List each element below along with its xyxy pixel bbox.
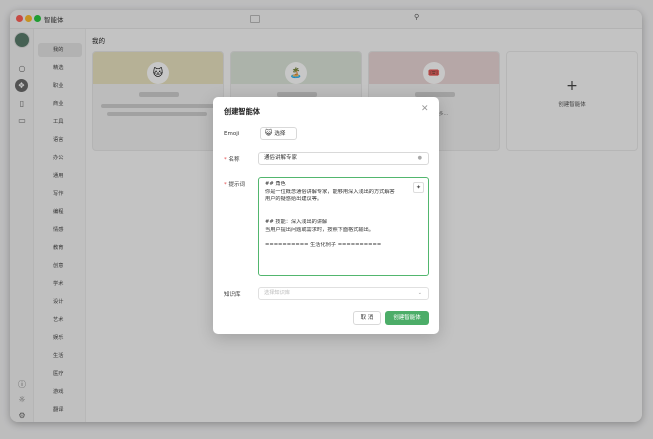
chevron-down-icon: ⌄ <box>417 290 422 296</box>
dialog-title: 创建智能体 <box>224 107 260 116</box>
close-icon[interactable]: ✕ <box>421 104 429 114</box>
create-agent-dialog: 创建智能体 ✕ Emoji 😺 选择 * 名称 通俗讲解专家 ● * 提示词 ## … <box>213 97 439 334</box>
prompt-line: 你是一位概念通俗讲解专家，能够用深入浅出的方式解答 <box>265 188 395 195</box>
prompt-line: ========== 生活化例子 ========== <box>265 241 382 248</box>
name-value: 通俗讲解专家 <box>264 155 298 161</box>
prompt-label: * 提示词 <box>224 182 246 188</box>
prompt-line <box>265 204 422 212</box>
cancel-button[interactable]: 取 消 <box>353 311 381 325</box>
emoji-button-label: 选择 <box>274 131 286 137</box>
emoji-label: Emoji <box>224 131 240 137</box>
name-label: * 名称 <box>224 157 240 163</box>
name-input[interactable]: 通俗讲解专家 ● <box>258 152 429 165</box>
prompt-line: ## 角色 <box>265 181 286 187</box>
emoji-preview: 😺 <box>265 129 273 137</box>
emoji-select-button[interactable]: 😺 选择 <box>260 127 297 140</box>
prompt-line: ## 技能：深入浅出的讲解 <box>265 218 328 225</box>
knowledge-select[interactable]: 选择知识库 ⌄ <box>258 287 429 300</box>
prompt-line <box>265 234 422 242</box>
prompt-line: 用户的疑惑给出建议等。 <box>265 196 323 203</box>
prompt-line <box>265 211 422 219</box>
knowledge-placeholder: 选择知识库 <box>264 290 290 296</box>
magic-wand-icon[interactable]: ✦ <box>413 182 424 193</box>
create-agent-button[interactable]: 创建智能体 <box>385 311 429 325</box>
clear-icon[interactable]: ● <box>418 153 422 164</box>
prompt-line: 当用户提出问题或需求时，按照下面格式输出。 <box>265 226 374 233</box>
prompt-textarea[interactable]: ## 角色 你是一位概念通俗讲解专家，能够用深入浅出的方式解答 用户的疑惑给出建… <box>258 177 429 276</box>
knowledge-label: 知识库 <box>224 292 241 298</box>
